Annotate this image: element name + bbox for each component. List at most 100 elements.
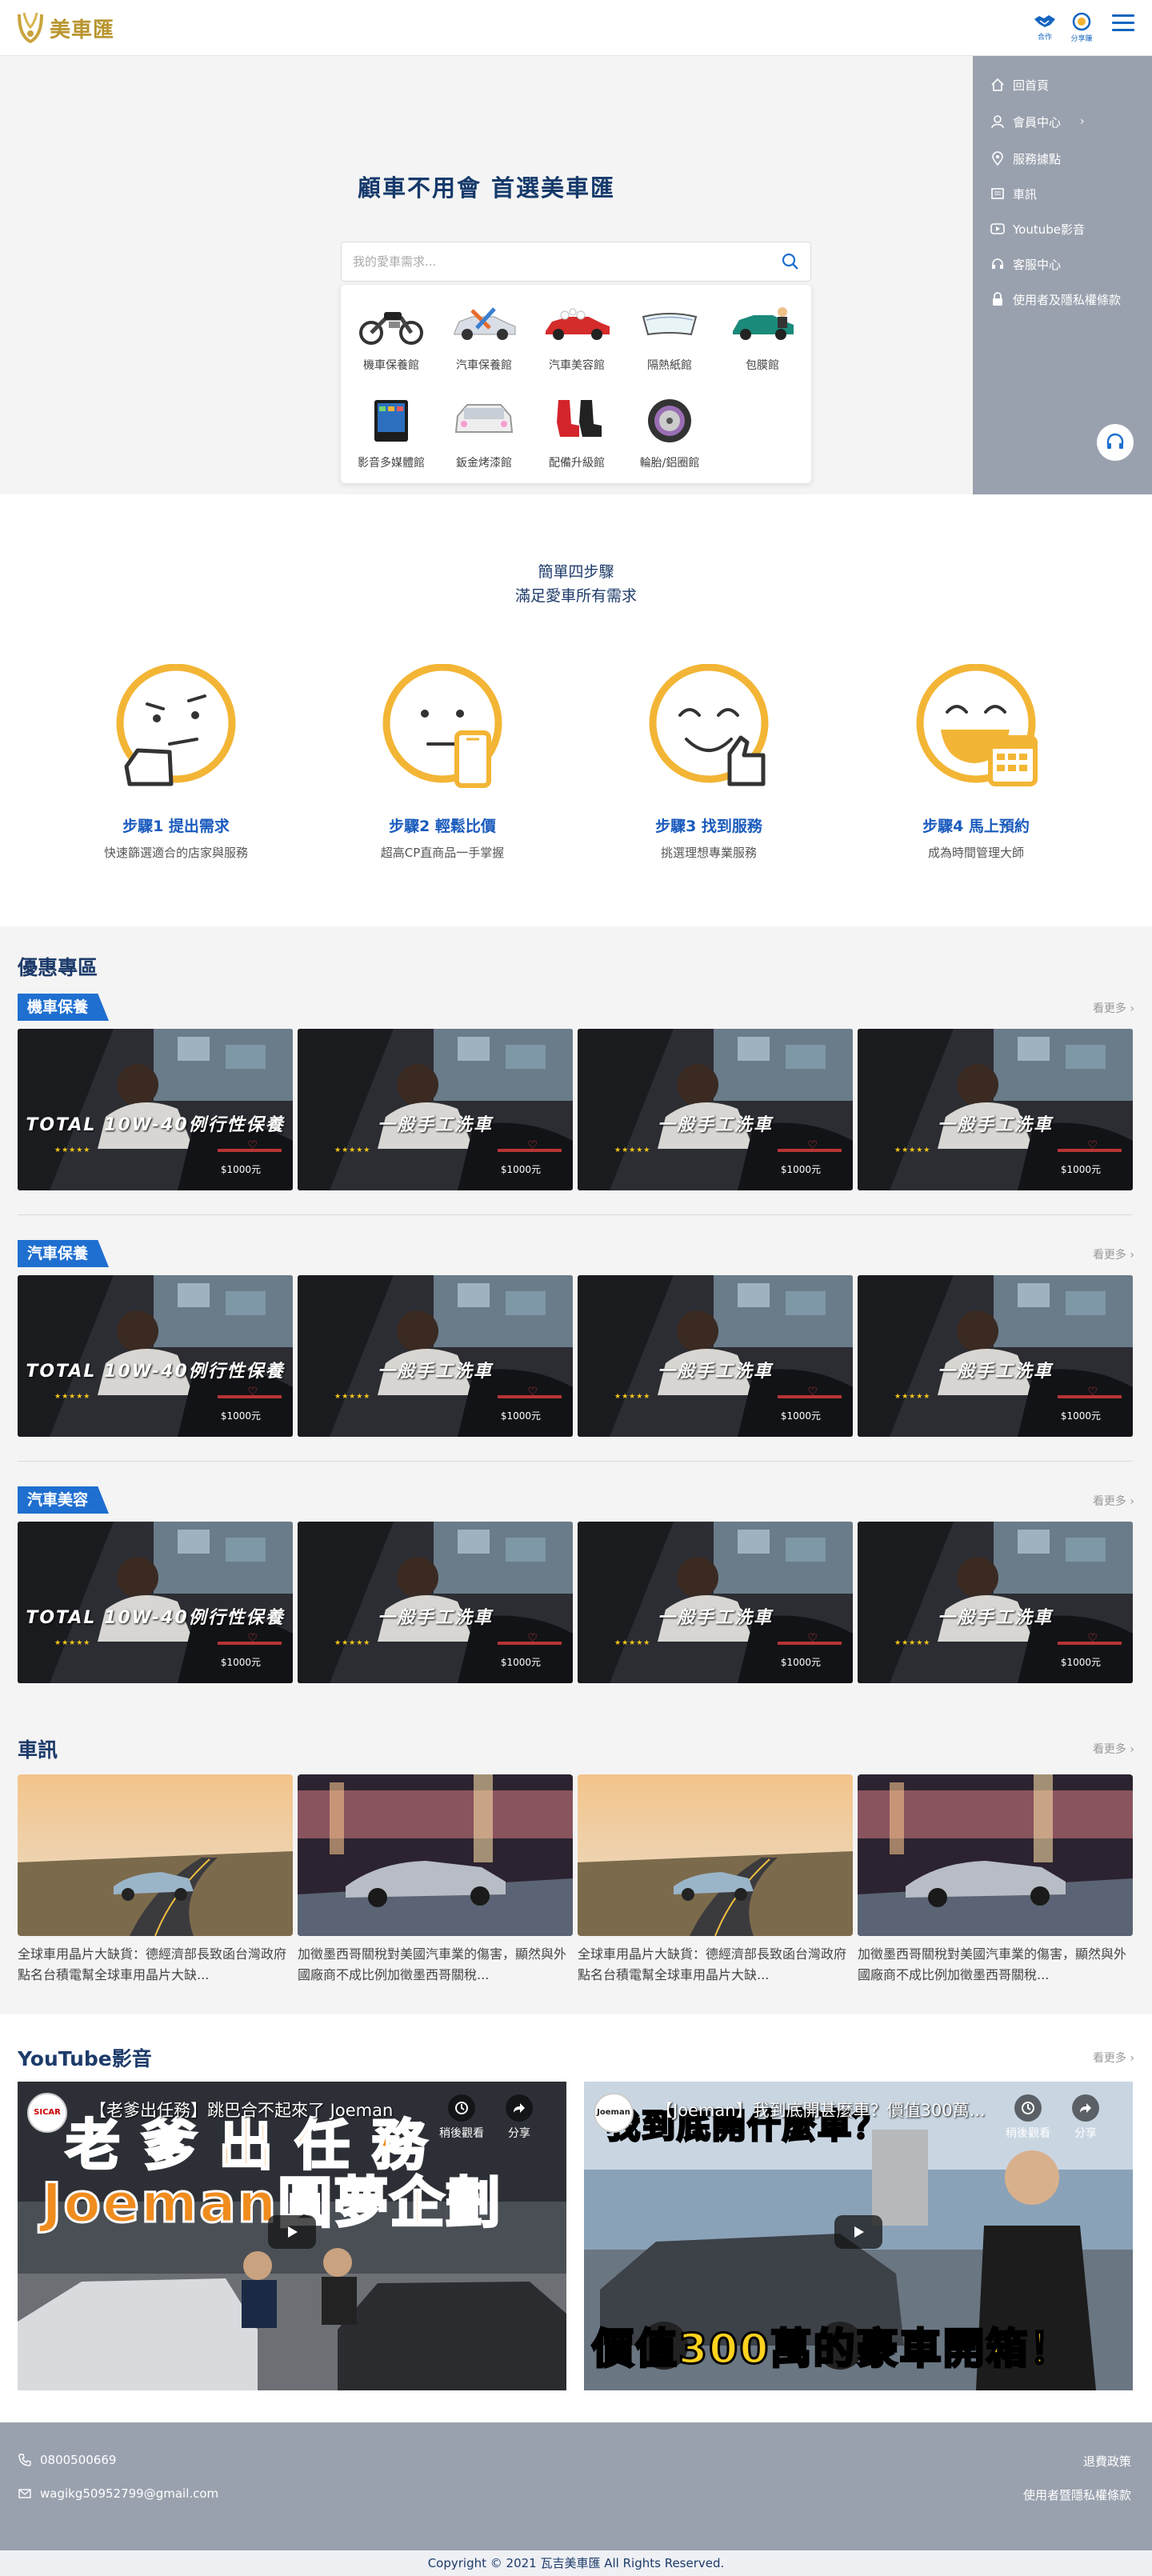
play-button-icon[interactable] [268,2215,316,2249]
footer-email[interactable]: wagikg50952799@gmail.com [18,2486,218,2501]
channel-avatar[interactable]: Joeman [594,2093,634,2133]
step-4: 步驟4 馬上預約 成為時間管理大師 [872,663,1080,861]
side-item-member[interactable]: 會員中心 › [990,112,1085,131]
car-wrap-icon [733,307,794,340]
deal-card[interactable]: 一般手工洗車 ★★★★★ ♡ $1000元 [298,1522,573,1683]
search-icon[interactable] [782,253,799,270]
category-car-beauty[interactable]: 汽車美容館 [533,290,621,378]
brand-name: 美車匯 [50,18,115,42]
heart-icon[interactable]: ♡ [1087,1632,1098,1645]
windshield-film-icon [642,313,698,336]
cooperate-button[interactable]: 合作 [1027,11,1062,46]
deal-card-title: TOTAL 10W-40例行性保養 [26,1608,285,1628]
side-item-locations[interactable]: 服務據點 [990,149,1061,168]
calendar-face-icon [916,663,1038,786]
category-wrap[interactable]: 包膜館 [718,290,806,378]
deal-card-title: 一般手工洗車 [377,1608,493,1628]
step-title: 步驟3 找到服務 [655,818,762,835]
play-button-icon[interactable] [834,2215,882,2249]
video-player-1[interactable]: 老 爹 出 任 務 Joeman圓夢企劃 SICAR 【老爹出任務】跳巴合不起來… [18,2082,566,2390]
deal-card[interactable]: 一般手工洗車 ★★★★★ ♡ $1000元 [858,1522,1133,1683]
footer: 0800500669 wagikg50952799@gmail.com 退費政策… [0,2422,1152,2550]
side-item-label: 車訊 [1013,186,1038,202]
heart-icon[interactable]: ♡ [807,1386,818,1398]
news-card[interactable]: 全球車用晶片大缺貨：德經濟部長致函台灣政府點名台積電幫全球車用晶片大缺... [18,1774,293,1986]
deal-more-link[interactable]: 看更多 › [1093,1246,1134,1262]
car-wash-icon [546,308,610,340]
brand-logo[interactable]: 美車匯 [16,10,114,46]
deal-card[interactable]: TOTAL 10W-40例行性保養 ★★★★★ ♡ $1000元 [18,1029,293,1190]
hamburger-menu-icon[interactable] [1112,14,1134,34]
heart-icon[interactable]: ♡ [1087,1139,1098,1152]
category-tire-rim[interactable]: 輪胎/鋁圈館 [626,387,714,475]
deal-card[interactable]: 一般手工洗車 ★★★★★ ♡ $1000元 [298,1275,573,1437]
heart-icon[interactable]: ♡ [807,1632,818,1645]
share-button[interactable]: 分享 [491,2094,547,2141]
heart-icon[interactable]: ♡ [1087,1386,1098,1398]
deal-card-title: TOTAL 10W-40例行性保養 [26,1362,285,1382]
category-motorcycle[interactable]: 機車保養館 [347,290,435,378]
deal-card[interactable]: 一般手工洗車 ★★★★★ ♡ $1000元 [298,1029,573,1190]
deal-card[interactable]: 一般手工洗車 ★★★★★ ♡ $1000元 [858,1029,1133,1190]
deal-price: $1000元 [780,1410,821,1422]
play-icon [990,223,1005,234]
channel-avatar[interactable]: SICAR [27,2093,67,2133]
category-multimedia[interactable]: 影音多媒體館 [347,387,435,475]
deal-card[interactable]: 一般手工洗車 ★★★★★ ♡ $1000元 [578,1275,853,1437]
deal-category-tag[interactable]: 汽車美容 [18,1486,110,1514]
category-label: 汽車美容館 [549,359,605,372]
news-card[interactable]: 全球車用晶片大缺貨：德經濟部長致函台灣政府點名台積電幫全球車用晶片大缺... [578,1774,853,1986]
share-button[interactable]: 分享 [1058,2094,1114,2141]
side-item-news[interactable]: 車訊 [990,184,1037,203]
heart-icon[interactable]: ♡ [247,1632,258,1645]
news-more-link[interactable]: 看更多 › [1093,1741,1134,1757]
news-card[interactable]: 加徵墨西哥關稅對美國汽車業的傷害，顯然與外國廠商不成比例加徵墨西哥關稅... [858,1774,1133,1986]
copyright: Copyright © 2021 瓦吉美車匯 All Rights Reserv… [0,2550,1152,2576]
deal-card-title: 一般手工洗車 [657,1115,773,1135]
side-item-privacy[interactable]: 使用者及隱私權條款 [990,290,1121,309]
news-thumbnail [18,1774,293,1936]
deal-card[interactable]: TOTAL 10W-40例行性保養 ★★★★★ ♡ $1000元 [18,1275,293,1437]
category-body-paint[interactable]: 鈑金烤漆館 [440,387,528,475]
terms-link[interactable]: 使用者暨隱私權條款 [1023,2486,1131,2503]
category-car-maintenance[interactable]: 汽車保養館 [440,290,528,378]
heart-icon[interactable]: ♡ [807,1139,818,1152]
video-player-2[interactable]: 我到底開什麼車？ 價值300萬的豪車開箱！ Joeman 【Joeman】我到底… [584,2082,1133,2390]
refund-policy-link[interactable]: 退費政策 [1083,2453,1131,2470]
side-item-home[interactable]: 回首頁 [990,75,1049,94]
deal-card-title: 一般手工洗車 [937,1115,1053,1135]
watch-later-button[interactable]: 稍後觀看 [1000,2094,1056,2141]
deal-card[interactable]: 一般手工洗車 ★★★★★ ♡ $1000元 [578,1522,853,1683]
rating-stars-icon: ★★★★★ [54,1146,91,1154]
deal-card[interactable]: TOTAL 10W-40例行性保養 ★★★★★ ♡ $1000元 [18,1522,293,1683]
video-title[interactable]: 【老爹出任務】跳巴合不起來了 Joeman [90,2098,466,2122]
side-menu: 回首頁 會員中心 › 服務據點 車訊 Youtube影音 客服中心 使用者及隱私… [973,56,1152,494]
side-item-customer-service[interactable]: 客服中心 [990,254,1061,274]
youtube-more-link[interactable]: 看更多 › [1093,2050,1134,2066]
customer-service-button[interactable] [1097,424,1134,461]
video-title[interactable]: 【Joeman】我到底開甚麼車？價值300萬... [656,2098,1032,2122]
search-input[interactable] [353,242,769,281]
deal-category-tag[interactable]: 汽車保養 [18,1240,110,1267]
deal-card[interactable]: 一般手工洗車 ★★★★★ ♡ $1000元 [858,1275,1133,1437]
car-tools-icon [454,307,516,340]
deal-more-link[interactable]: 看更多 › [1093,1493,1134,1509]
deal-category-tag[interactable]: 機車保養 [18,994,110,1021]
category-upgrade[interactable]: 配備升級館 [533,387,621,475]
watch-later-button[interactable]: 稍後觀看 [434,2094,490,2141]
deal-price: $1000元 [500,1657,541,1668]
category-window-film[interactable]: 隔熱紙館 [626,290,714,378]
step-subtitle: 超高CP直商品一手掌握 [380,846,505,860]
youtube-title: YouTube影音 [18,2047,152,2070]
heart-icon[interactable]: ♡ [527,1386,538,1398]
heart-icon[interactable]: ♡ [527,1632,538,1645]
deal-card[interactable]: 一般手工洗車 ★★★★★ ♡ $1000元 [578,1029,853,1190]
heart-icon[interactable]: ♡ [527,1139,538,1152]
deal-more-link[interactable]: 看更多 › [1093,1000,1134,1016]
heart-icon[interactable]: ♡ [247,1386,258,1398]
heart-icon[interactable]: ♡ [247,1139,258,1152]
share-earn-button[interactable]: 分享賺 [1064,11,1099,46]
news-card[interactable]: 加徵墨西哥關稅對美國汽車業的傷害，顯然與外國廠商不成比例加徵墨西哥關稅... [298,1774,573,1986]
side-item-youtube[interactable]: Youtube影音 [990,219,1085,238]
footer-phone[interactable]: 0800500669 [18,2453,116,2467]
